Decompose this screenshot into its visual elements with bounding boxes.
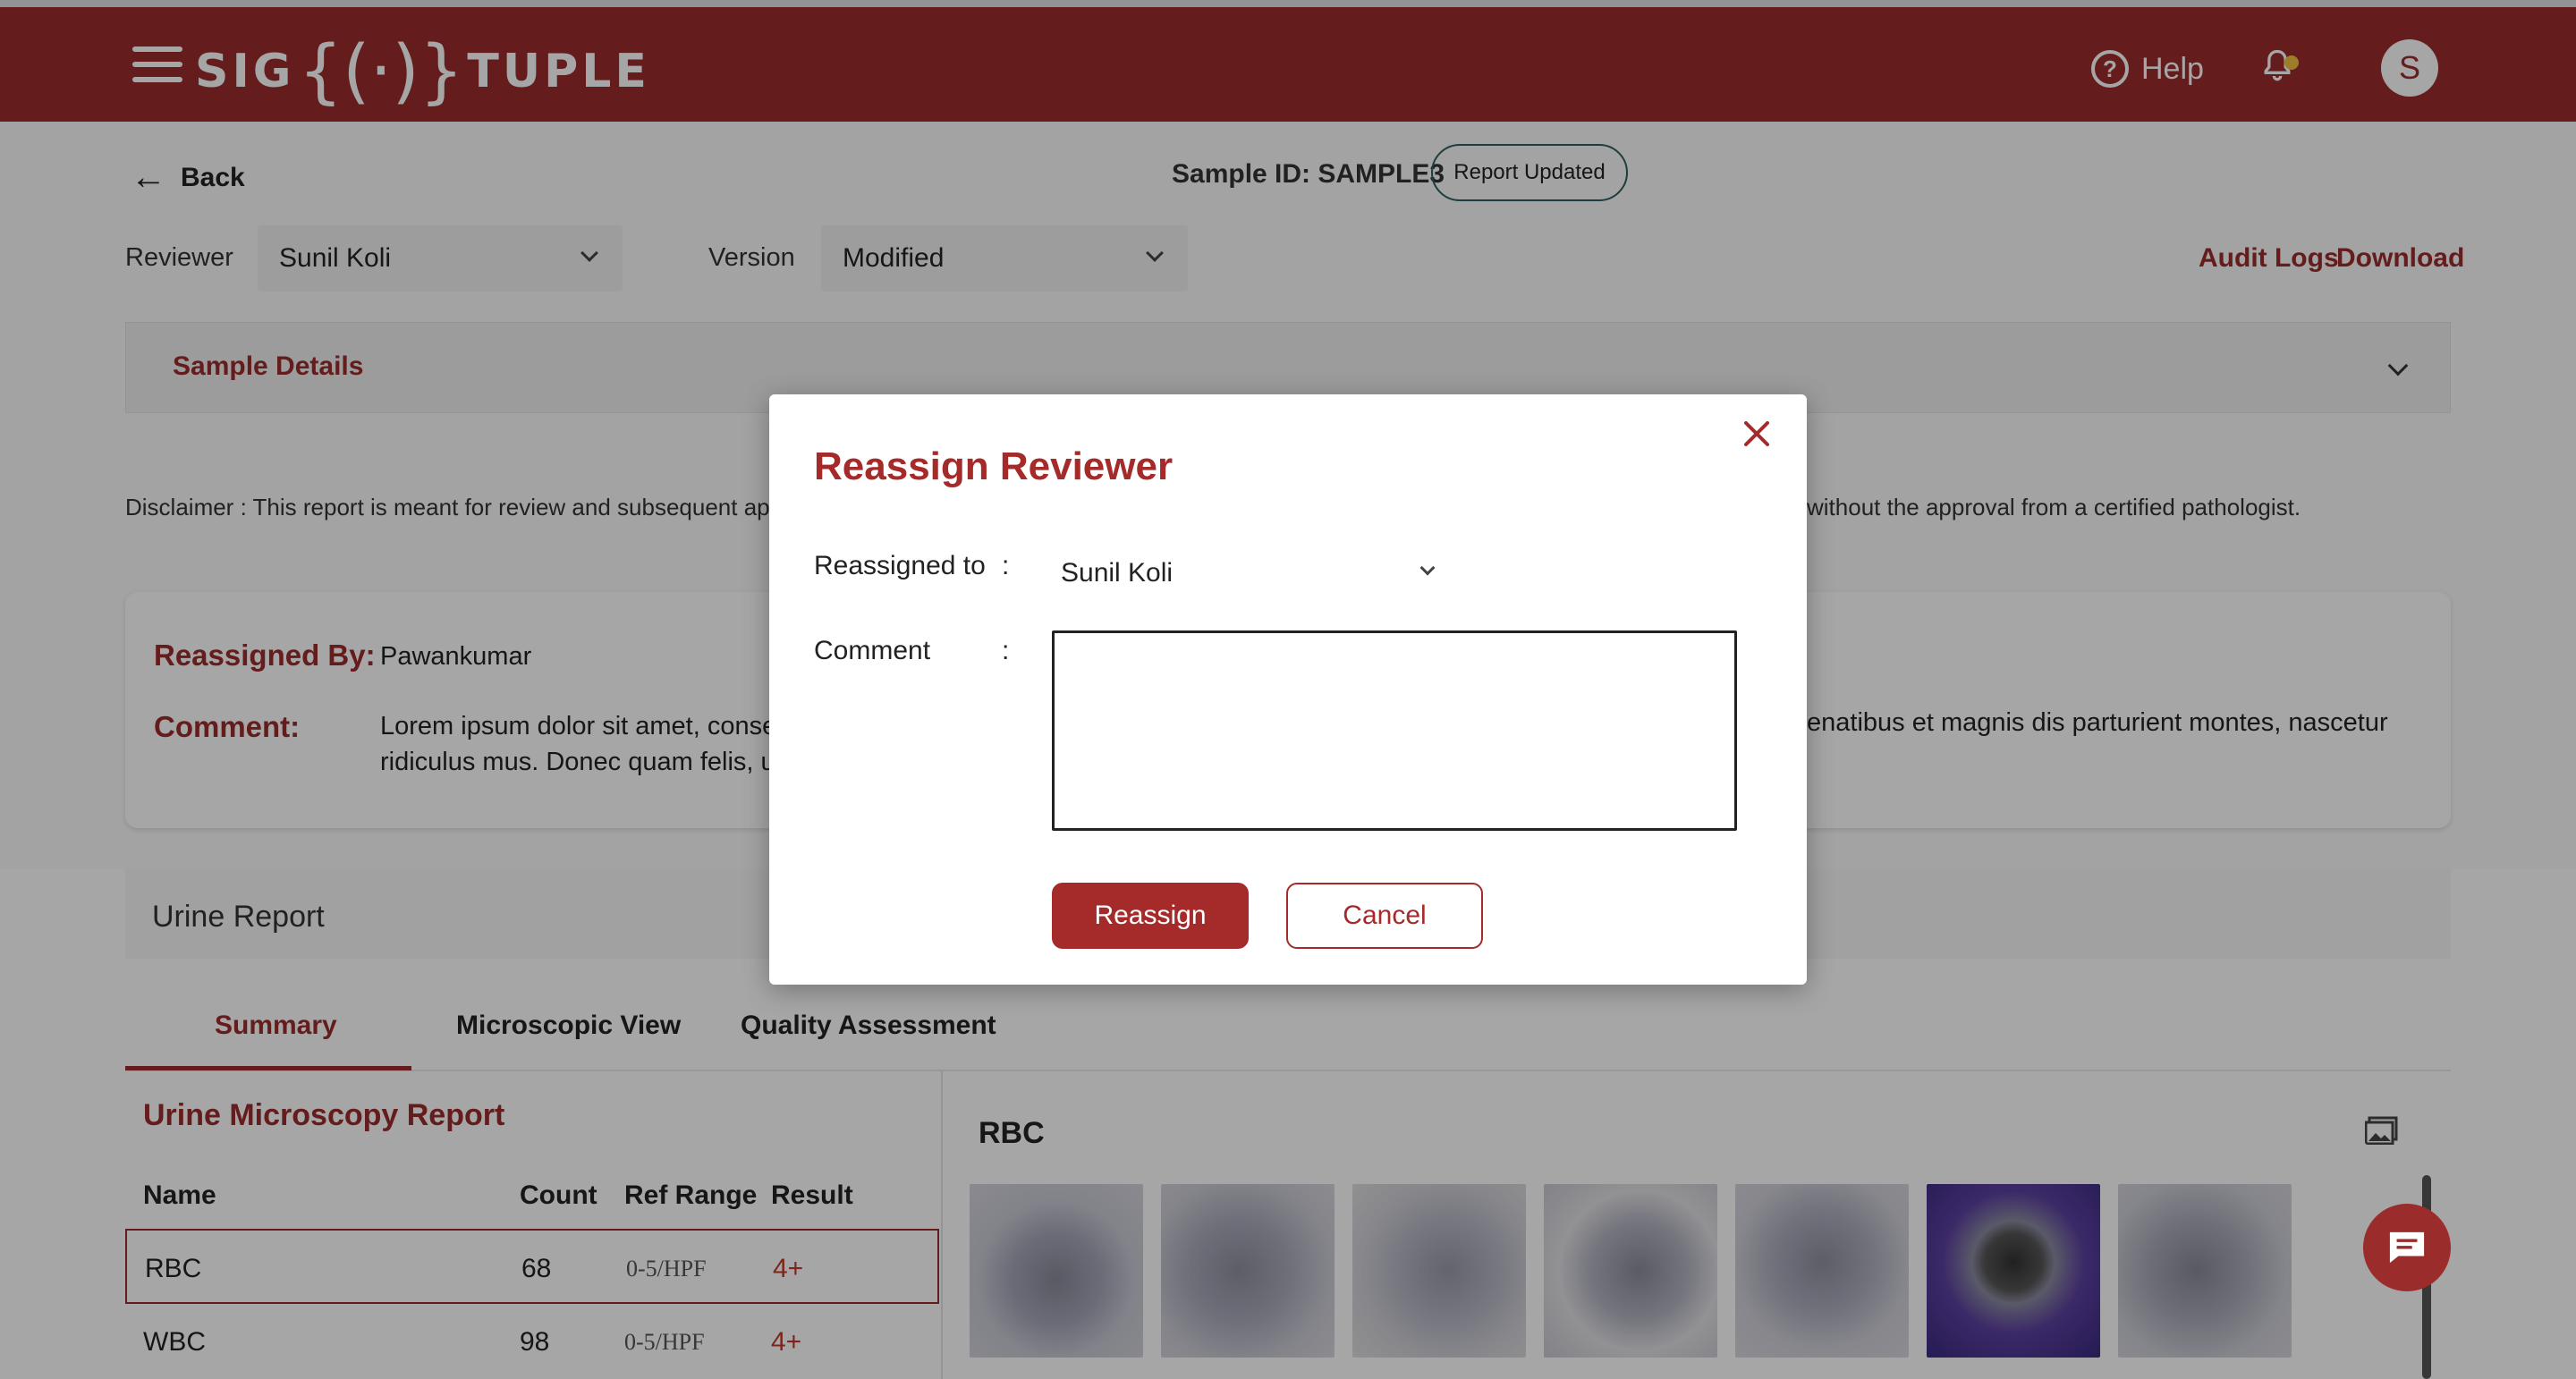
chevron-down-icon xyxy=(1419,560,1436,576)
dialog-title: Reassign Reviewer xyxy=(814,444,1174,488)
colon: : xyxy=(1002,551,1010,580)
reassign-button[interactable]: Reassign xyxy=(1052,883,1249,949)
reassigned-to-value: Sunil Koli xyxy=(1061,558,1174,588)
reassign-reviewer-dialog: Reassign Reviewer Reassigned to : Sunil … xyxy=(769,394,1807,985)
close-icon[interactable] xyxy=(1732,409,1782,459)
comment-label: Comment xyxy=(814,636,931,665)
colon: : xyxy=(1002,636,1010,665)
comment-textarea[interactable] xyxy=(1052,630,1737,831)
cancel-button[interactable]: Cancel xyxy=(1286,883,1483,949)
chat-button[interactable] xyxy=(2363,1204,2451,1291)
chat-icon xyxy=(2389,1231,2425,1264)
reassigned-to-label: Reassigned to xyxy=(814,551,986,580)
reassigned-to-select[interactable]: Sunil Koli xyxy=(1052,546,1445,600)
